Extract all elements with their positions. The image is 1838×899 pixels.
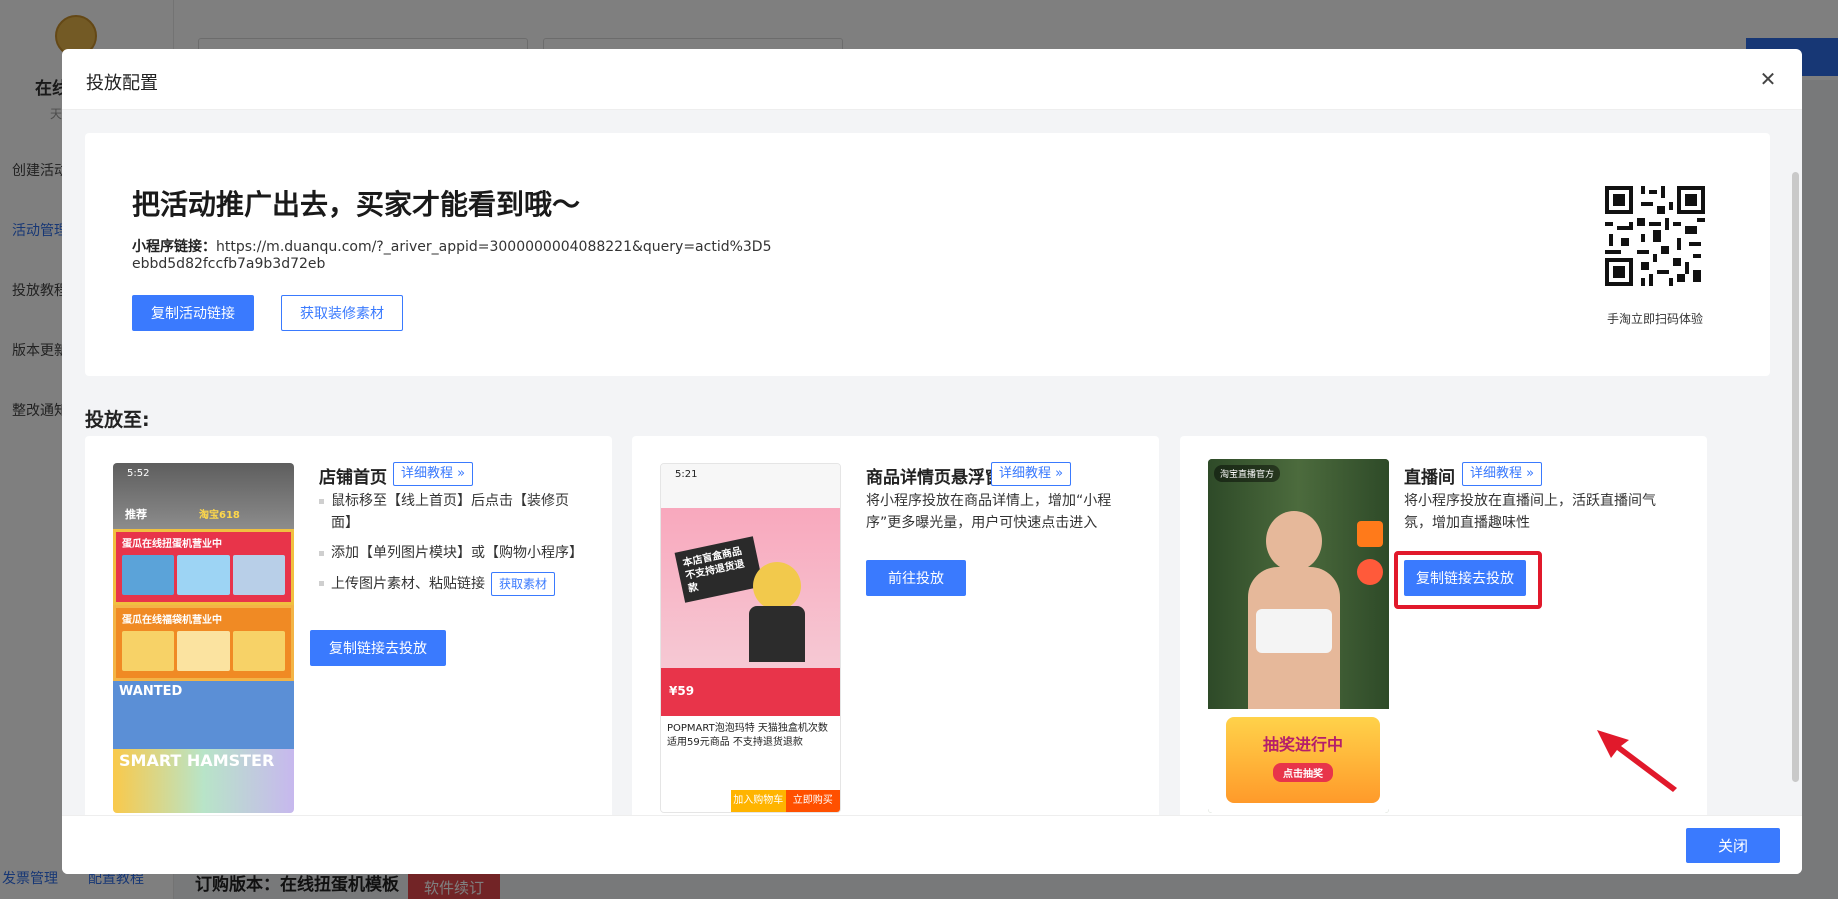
link-url: https://m.duanqu.com/?_ariver_appid=3000…: [132, 239, 772, 272]
tutorial-button[interactable]: 详细教程 »: [393, 462, 474, 486]
tutorial-button[interactable]: 详细教程 »: [1462, 462, 1543, 486]
preview-time: 5:52: [127, 468, 150, 479]
go-placement-button[interactable]: 前往投放: [866, 560, 966, 596]
copy-activity-link-button[interactable]: 复制活动链接: [132, 295, 254, 331]
preview-add-cart: 加入购物车: [731, 790, 786, 812]
preview-wanted: WANTED: [113, 681, 294, 749]
promo-panel: 把活动推广出去，买家才能看到哦～ 小程序链接：https://m.duanqu.…: [85, 133, 1770, 376]
get-material-button[interactable]: 获取素材: [491, 572, 556, 596]
scrollbar[interactable]: [1792, 172, 1799, 782]
link-label: 小程序链接：: [132, 239, 216, 255]
preview-smart-hamster: SMART HAMSTER: [113, 749, 294, 813]
tutorial-button[interactable]: 详细教程 »: [991, 462, 1072, 486]
copy-link-button[interactable]: 复制链接去投放: [310, 630, 446, 666]
mini-program-link: 小程序链接：https://m.duanqu.com/?_ariver_appi…: [132, 239, 772, 273]
step-item: 鼠标移至【线上首页】后点击【装修页面】: [319, 490, 584, 534]
step-list: 鼠标移至【线上首页】后点击【装修页面】 添加【单列图片模块】或【购物小程序】 上…: [319, 490, 584, 604]
preview-sign: 本店盲盒商品不支持退货退款: [674, 536, 764, 603]
copy-link-button[interactable]: 复制链接去投放: [1404, 560, 1526, 596]
card-description: 将小程序投放在直播间上，活跃直播间气氛，增加直播趣味性: [1404, 493, 1656, 531]
close-icon[interactable]: ✕: [1756, 67, 1780, 91]
card-title-live-room: 直播间: [1404, 468, 1455, 488]
product-detail-preview-image: 5:21 本店盲盒商品不支持退货退款 ¥59 POPMART泡泡玛特 天猫独盒机…: [660, 463, 841, 813]
dialog-header: 投放配置 ✕: [62, 49, 1802, 110]
preview-lottery-button: 点击抽奖: [1273, 763, 1333, 782]
dialog-title: 投放配置: [86, 73, 158, 94]
preview-tab: 推荐: [125, 508, 147, 521]
card-description: 将小程序投放在商品详情上，增加“小程序”更多曝光量，用户可快速点击进入: [866, 493, 1112, 531]
preview-banner-1: 蛋瓜在线扭蛋机营业中: [122, 539, 222, 550]
placement-config-dialog: 投放配置 ✕ 把活动推广出去，买家才能看到哦～ 小程序链接：https://m.…: [62, 49, 1802, 874]
dialog-body: 把活动推广出去，买家才能看到哦～ 小程序链接：https://m.duanqu.…: [62, 110, 1802, 815]
red-arrow-icon: [1597, 730, 1677, 792]
card-title-shop-home: 店铺首页: [319, 468, 387, 488]
close-button[interactable]: 关闭: [1686, 828, 1780, 863]
preview-channel: 淘宝直播官方: [1214, 465, 1281, 482]
preview-buy-now: 立即购买: [785, 790, 840, 812]
preview-lottery: 抽奖进行中: [1262, 735, 1343, 754]
step-item: 上传图片素材、粘贴链接 获取素材: [319, 572, 584, 596]
get-material-button[interactable]: 获取装修素材: [281, 295, 403, 331]
card-title-product-detail: 商品详情页悬浮窗: [866, 468, 1002, 488]
shop-home-preview-image: 5:52 推荐 淘宝618 蛋瓜在线扭蛋机营业中 蛋瓜在线福袋机营业中 WANT…: [113, 463, 294, 813]
dialog-footer: 关闭: [62, 815, 1802, 874]
preview-banner-2: 蛋瓜在线福袋机营业中: [122, 615, 222, 626]
qr-caption: 手淘立即扫码体验: [1606, 312, 1703, 326]
placement-card-shop-home: 5:52 推荐 淘宝618 蛋瓜在线扭蛋机营业中 蛋瓜在线福袋机营业中 WANT…: [85, 436, 612, 815]
placement-card-product-detail: 5:21 本店盲盒商品不支持退货退款 ¥59 POPMART泡泡玛特 天猫独盒机…: [632, 436, 1159, 815]
promo-heading: 把活动推广出去，买家才能看到哦～: [132, 188, 581, 221]
preview-price: ¥59: [661, 668, 840, 716]
preview-product-name: POPMART泡泡玛特 天猫独盒机次数 适用59元商品 不支持退货退款: [667, 723, 828, 748]
live-room-preview-image: 淘宝直播官方 抽奖进行中 点击抽奖: [1208, 459, 1389, 813]
qr-code-icon: [1605, 186, 1705, 286]
section-label: 投放至:: [85, 409, 150, 431]
preview-time: 5:21: [661, 464, 840, 508]
preview-618: 淘宝618: [199, 510, 240, 521]
step-item: 添加【单列图片模块】或【购物小程序】: [319, 542, 584, 564]
